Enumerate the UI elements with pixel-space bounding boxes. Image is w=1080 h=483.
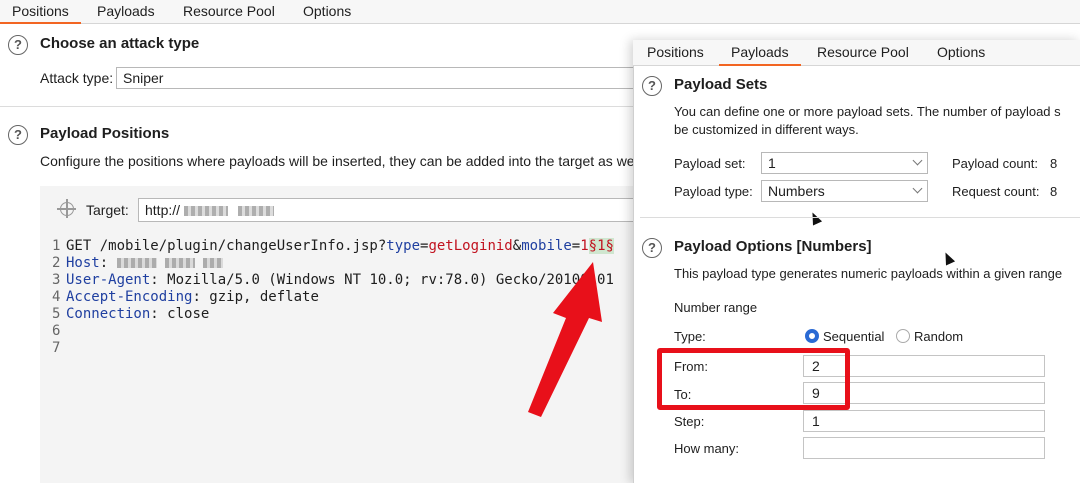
annotation-arrow-shape bbox=[528, 262, 602, 417]
annotation-arrow-icon bbox=[528, 262, 602, 417]
